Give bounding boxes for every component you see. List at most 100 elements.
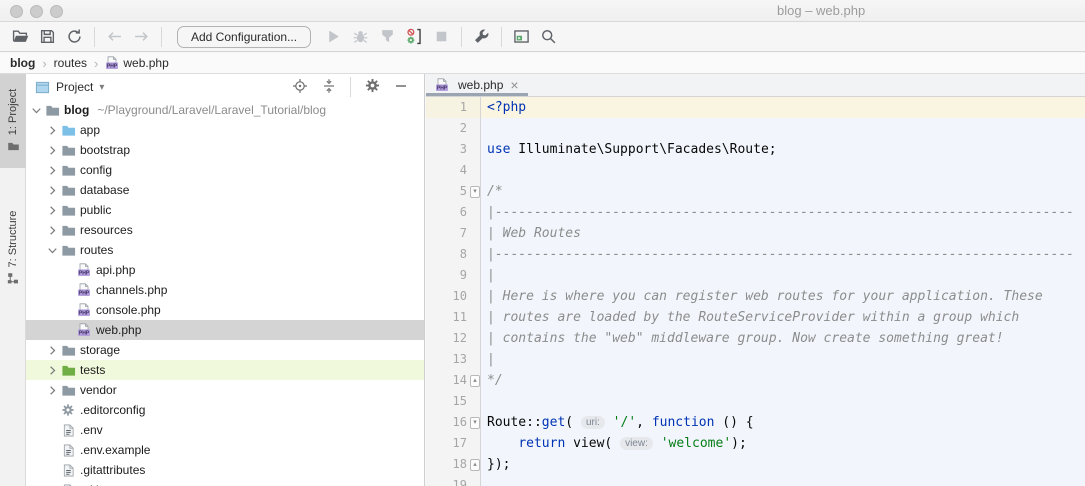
wrench-button[interactable]: [468, 25, 495, 49]
tree-row-console.php[interactable]: PHP console.php: [26, 300, 424, 320]
breadcrumb-item-blog[interactable]: blog: [10, 56, 35, 70]
tool-window-label: 1: Project: [7, 88, 19, 136]
tree-row-storage[interactable]: storage: [26, 340, 424, 360]
chevron-right-icon[interactable]: [44, 362, 60, 378]
tool-window-label: 7: Structure: [7, 210, 19, 268]
tree-row-channels.php[interactable]: PHP channels.php: [26, 280, 424, 300]
tree-row-vendor[interactable]: vendor: [26, 380, 424, 400]
tree-row-bootstrap[interactable]: bootstrap: [26, 140, 424, 160]
svg-text:PHP: PHP: [79, 291, 90, 297]
code-line-19: 19: [426, 475, 1085, 486]
php-file-icon: PHP: [435, 78, 449, 92]
chevron-right-icon[interactable]: [44, 162, 60, 178]
tree-row-routes[interactable]: routes: [26, 240, 424, 260]
tree-row-.env[interactable]: .env: [26, 420, 424, 440]
chevron-right-icon[interactable]: [44, 122, 60, 138]
close-tab-icon[interactable]: ×: [510, 78, 518, 92]
close-window-button[interactable]: [10, 5, 23, 18]
chevron-right-icon[interactable]: [44, 342, 60, 358]
tool-window-bar: 1: Project 7: Structure: [0, 74, 26, 486]
code-token: use: [487, 142, 511, 157]
tree-row-.gitattributes[interactable]: .gitattributes: [26, 460, 424, 480]
chevron-down-icon[interactable]: [44, 242, 60, 258]
tree-row-resources[interactable]: resources: [26, 220, 424, 240]
code-line-7: 7 | Web Routes: [426, 223, 1085, 244]
panel-settings-button[interactable]: [363, 78, 381, 96]
add-configuration-button[interactable]: Add Configuration...: [177, 25, 312, 48]
save-button[interactable]: [34, 25, 61, 49]
line-number: 13: [426, 349, 481, 370]
run-button: [320, 25, 347, 49]
folder-icon: [44, 102, 60, 118]
chevron-down-icon[interactable]: ▾: [99, 82, 104, 93]
code-text: /*: [481, 181, 1085, 202]
tree-row-.editorconfig[interactable]: .editorconfig: [26, 400, 424, 420]
panel-header-separator: [350, 77, 351, 97]
fold-marker-icon[interactable]: ▴: [470, 375, 480, 387]
tree-item-label: storage: [80, 343, 121, 357]
hide-panel-button[interactable]: [392, 78, 410, 96]
zoom-window-button[interactable]: [50, 5, 63, 18]
sync-button[interactable]: [61, 25, 88, 49]
target-icon: [292, 78, 308, 97]
tree-row-database[interactable]: database: [26, 180, 424, 200]
breadcrumb-item-web.php[interactable]: web.php: [123, 56, 168, 70]
line-number: 9: [426, 265, 481, 286]
search-button[interactable]: [535, 25, 562, 49]
tree-item-path: ~/Playground/Laravel/Laravel_Tutorial/bl…: [97, 103, 327, 117]
breadcrumb-item-routes[interactable]: routes: [54, 56, 87, 70]
project-tool-icon: [7, 140, 20, 153]
line-number: 12: [426, 328, 481, 349]
chevron-right-icon[interactable]: [44, 202, 60, 218]
tree-row-config[interactable]: config: [26, 160, 424, 180]
minimize-window-button[interactable]: [30, 5, 43, 18]
tree-item-label: console.php: [96, 303, 161, 317]
project-view-icon: [35, 80, 50, 95]
tree-row-app[interactable]: app: [26, 120, 424, 140]
tool-window-button-structure[interactable]: 7: Structure: [0, 200, 26, 296]
tree-item-label: channels.php: [96, 283, 168, 297]
line-number: 8: [426, 244, 481, 265]
tree-row-tests[interactable]: tests: [26, 360, 424, 380]
tree-row-web.php[interactable]: PHP web.php: [26, 320, 424, 340]
toolbar-separator: [501, 26, 503, 47]
code-text: use Illuminate\Support\Facades\Route;: [481, 139, 1085, 160]
open-button[interactable]: [7, 25, 34, 49]
chevron-right-icon[interactable]: [44, 222, 60, 238]
tree-item-label: api.php: [96, 263, 136, 277]
folder-icon: [60, 242, 76, 258]
collapse-all-icon: [321, 78, 337, 97]
tree-row-public[interactable]: public: [26, 200, 424, 220]
tree-row-.env.example[interactable]: .env.example: [26, 440, 424, 460]
collapse-all-button[interactable]: [320, 78, 338, 96]
profiler-button[interactable]: [401, 25, 428, 49]
chevron-right-icon[interactable]: [44, 142, 60, 158]
tab-web-php[interactable]: PHP web.php ×: [426, 74, 528, 96]
tree-item-label: bootstrap: [80, 143, 131, 157]
sync-icon: [66, 28, 83, 45]
chevron-right-icon[interactable]: [44, 182, 60, 198]
code-token: ,: [636, 415, 652, 430]
tree-row-api.php[interactable]: PHP api.php: [26, 260, 424, 280]
fold-marker-icon[interactable]: ▾: [470, 417, 480, 429]
fold-marker-icon[interactable]: ▾: [470, 186, 480, 198]
line-number: 6: [426, 202, 481, 223]
chevron-down-icon[interactable]: [28, 102, 44, 118]
folder-icon: [60, 382, 76, 398]
chevron-right-icon[interactable]: [44, 382, 60, 398]
fold-marker-icon[interactable]: ▴: [470, 459, 480, 471]
code-text: | routes are loaded by the RouteServiceP…: [481, 307, 1085, 328]
tool-window-button-project[interactable]: 1: Project: [0, 74, 26, 168]
run-window-button[interactable]: [508, 25, 535, 49]
tree-row-blog[interactable]: blog ~/Playground/Laravel/Laravel_Tutoria…: [26, 100, 424, 120]
project-panel-title[interactable]: Project: [56, 80, 93, 94]
tree-row-.gitignore[interactable]: .gitignore: [26, 480, 424, 486]
code-token: );: [731, 436, 747, 451]
locate-file-button[interactable]: [291, 78, 309, 96]
code-editor[interactable]: 1 <?php 2 3 use Illuminate\Support\Facades\R…: [426, 97, 1085, 486]
folder-icon: [60, 222, 76, 238]
code-text: | contains the "web" middleware group. N…: [481, 328, 1085, 349]
